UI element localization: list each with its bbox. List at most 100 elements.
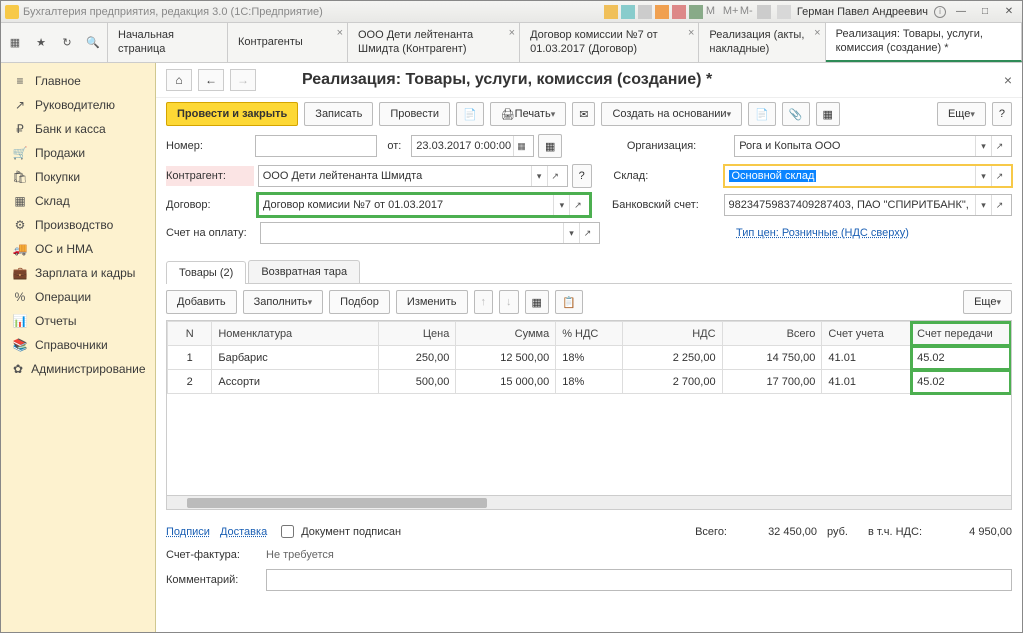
tab-contragent-detail[interactable]: ООО Дети лейтенанта Шмидта (Контрагент)× xyxy=(348,23,520,62)
page-close-icon[interactable]: × xyxy=(1004,72,1012,88)
sidebar-item-bank[interactable]: ₽Банк и касса xyxy=(1,117,155,141)
date-picker-button[interactable]: ▦ xyxy=(538,134,562,158)
sidebar-item-purchases[interactable]: 🛍Покупки xyxy=(1,165,155,189)
dropdown-icon[interactable]: ▾ xyxy=(975,166,991,186)
tab-close-icon[interactable]: × xyxy=(688,27,694,40)
fill-button[interactable]: Заполнить xyxy=(243,290,324,314)
col-sum[interactable]: Сумма xyxy=(456,322,556,346)
open-icon[interactable]: ↗ xyxy=(991,195,1007,215)
sidebar-item-warehouse[interactable]: ▦Склад xyxy=(1,189,155,213)
minimize-button[interactable]: — xyxy=(952,5,970,19)
dropdown-icon[interactable]: ▾ xyxy=(531,166,547,186)
delivery-link[interactable]: Доставка xyxy=(220,526,267,538)
scan-button[interactable]: ▦ xyxy=(525,290,549,314)
sidebar-item-directories[interactable]: 📚Справочники xyxy=(1,333,155,357)
home-button[interactable]: ⌂ xyxy=(166,69,192,91)
change-button[interactable]: Изменить xyxy=(396,290,468,314)
dogovor-input[interactable]: Договор комисии №7 от 01.03.2017▾↗ xyxy=(258,194,590,216)
sidebar-item-operations[interactable]: %Операции xyxy=(1,285,155,309)
dropdown-icon[interactable]: ▾ xyxy=(975,195,991,215)
tab-goods[interactable]: Товары (2) xyxy=(166,261,246,284)
star-icon[interactable]: ★ xyxy=(29,31,53,55)
org-input[interactable]: Рога и Копыта ООО▾↗ xyxy=(734,135,1012,157)
open-icon[interactable]: ↗ xyxy=(991,136,1007,156)
tab-start[interactable]: Начальная страница xyxy=(108,23,228,62)
sidebar-item-salary[interactable]: 💼Зарплата и кадры xyxy=(1,261,155,285)
sidebar-item-reports[interactable]: 📊Отчеты xyxy=(1,309,155,333)
pick-button[interactable]: Подбор xyxy=(329,290,390,314)
sidebar-item-admin[interactable]: ✿Администрирование xyxy=(1,357,155,381)
calendar-icon[interactable]: ▦ xyxy=(513,136,529,156)
signatures-link[interactable]: Подписи xyxy=(166,526,210,538)
open-icon[interactable]: ↗ xyxy=(579,223,595,243)
comment-input[interactable] xyxy=(266,569,1012,591)
more-button[interactable]: Еще xyxy=(937,102,986,126)
doc-signed-input[interactable] xyxy=(281,525,294,538)
col-transfer[interactable]: Счет передачи xyxy=(911,322,1011,346)
sidebar-item-assets[interactable]: 🚚ОС и НМА xyxy=(1,237,155,261)
number-input[interactable] xyxy=(255,135,378,157)
table-row[interactable]: 2 Ассорти 500,00 15 000,00 18% 2 700,00 … xyxy=(168,370,1011,394)
col-vat[interactable]: НДС xyxy=(622,322,722,346)
col-nom[interactable]: Номенклатура xyxy=(212,322,378,346)
col-vat-pct[interactable]: % НДС xyxy=(556,322,623,346)
tab-tara[interactable]: Возвратная тара xyxy=(248,260,360,283)
move-down-button[interactable]: ↓ xyxy=(499,290,519,314)
doc-signed-checkbox[interactable]: Документ подписан xyxy=(277,522,401,541)
attach-button[interactable]: 📎 xyxy=(782,102,810,126)
open-icon[interactable]: ↗ xyxy=(569,195,585,215)
post-button[interactable]: Провести xyxy=(379,102,450,126)
back-button[interactable]: ← xyxy=(198,69,224,91)
email-button[interactable]: ✉ xyxy=(572,102,595,126)
doc-button[interactable]: 📄 xyxy=(748,102,776,126)
search-icon[interactable]: 🔍 xyxy=(81,31,105,55)
tab-close-icon[interactable]: × xyxy=(814,27,820,40)
sidebar-item-production[interactable]: ⚙Производство xyxy=(1,213,155,237)
schet-oplatu-input[interactable]: ▾↗ xyxy=(260,222,600,244)
total-label: Всего: xyxy=(695,526,727,538)
col-total[interactable]: Всего xyxy=(722,322,822,346)
post-and-close-button[interactable]: Провести и закрыть xyxy=(166,102,298,126)
save-button[interactable]: Записать xyxy=(304,102,373,126)
maximize-button[interactable]: □ xyxy=(976,5,994,19)
tab-contragents[interactable]: Контрагенты× xyxy=(228,23,348,62)
date-input[interactable]: 23.03.2017 0:00:00▦ xyxy=(411,135,534,157)
tab-dogovor[interactable]: Договор комиссии №7 от 01.03.2017 (Догов… xyxy=(520,23,699,62)
create-based-button[interactable]: Создать на основании xyxy=(601,102,742,126)
close-button[interactable]: ✕ xyxy=(1000,5,1018,19)
sidebar-item-main[interactable]: ≡Главное xyxy=(1,69,155,93)
copy-button[interactable]: 📋 xyxy=(555,290,583,314)
bank-input[interactable]: 98234759837409287403, ПАО "СПИРИТБАНК",▾… xyxy=(724,194,1012,216)
dropdown-icon[interactable]: ▾ xyxy=(563,223,579,243)
move-up-button[interactable]: ↑ xyxy=(474,290,494,314)
apps-icon[interactable]: ▦ xyxy=(3,31,27,55)
dt-kt-button[interactable]: 📄 xyxy=(456,102,484,126)
help-button[interactable]: ? xyxy=(992,102,1012,126)
contragent-input[interactable]: ООО Дети лейтенанта Шмидта▾↗ xyxy=(258,165,568,187)
tab-close-icon[interactable]: × xyxy=(337,27,343,40)
edo-button[interactable]: ▦ xyxy=(816,102,840,126)
sidebar-item-sales[interactable]: 🛒Продажи xyxy=(1,141,155,165)
sidebar-item-manager[interactable]: ↗Руководителю xyxy=(1,93,155,117)
open-icon[interactable]: ↗ xyxy=(547,166,563,186)
col-n[interactable]: N xyxy=(168,322,212,346)
col-price[interactable]: Цена xyxy=(378,322,456,346)
grid-more-button[interactable]: Еще xyxy=(963,290,1012,314)
info-icon[interactable]: i xyxy=(934,6,946,18)
tab-close-icon[interactable]: × xyxy=(509,27,515,40)
contragent-help-button[interactable]: ? xyxy=(572,164,592,188)
tab-current[interactable]: Реализация: Товары, услуги, комиссия (со… xyxy=(826,23,1022,62)
forward-button[interactable]: → xyxy=(230,69,256,91)
price-type-link[interactable]: Тип цен: Розничные (НДС сверху) xyxy=(736,227,909,239)
tab-realizations[interactable]: Реализация (акты, накладные)× xyxy=(699,23,825,62)
add-button[interactable]: Добавить xyxy=(166,290,237,314)
history-icon[interactable]: ↻ xyxy=(55,31,79,55)
table-row[interactable]: 1 Барбарис 250,00 12 500,00 18% 2 250,00… xyxy=(168,346,1011,370)
sklad-input[interactable]: Основной склад▾↗ xyxy=(724,165,1012,187)
col-acct[interactable]: Счет учета xyxy=(822,322,911,346)
dropdown-icon[interactable]: ▾ xyxy=(553,195,569,215)
open-icon[interactable]: ↗ xyxy=(991,166,1007,186)
horizontal-scrollbar[interactable] xyxy=(167,495,1011,509)
print-button[interactable]: 🖨 Печать xyxy=(490,102,567,126)
dropdown-icon[interactable]: ▾ xyxy=(975,136,991,156)
